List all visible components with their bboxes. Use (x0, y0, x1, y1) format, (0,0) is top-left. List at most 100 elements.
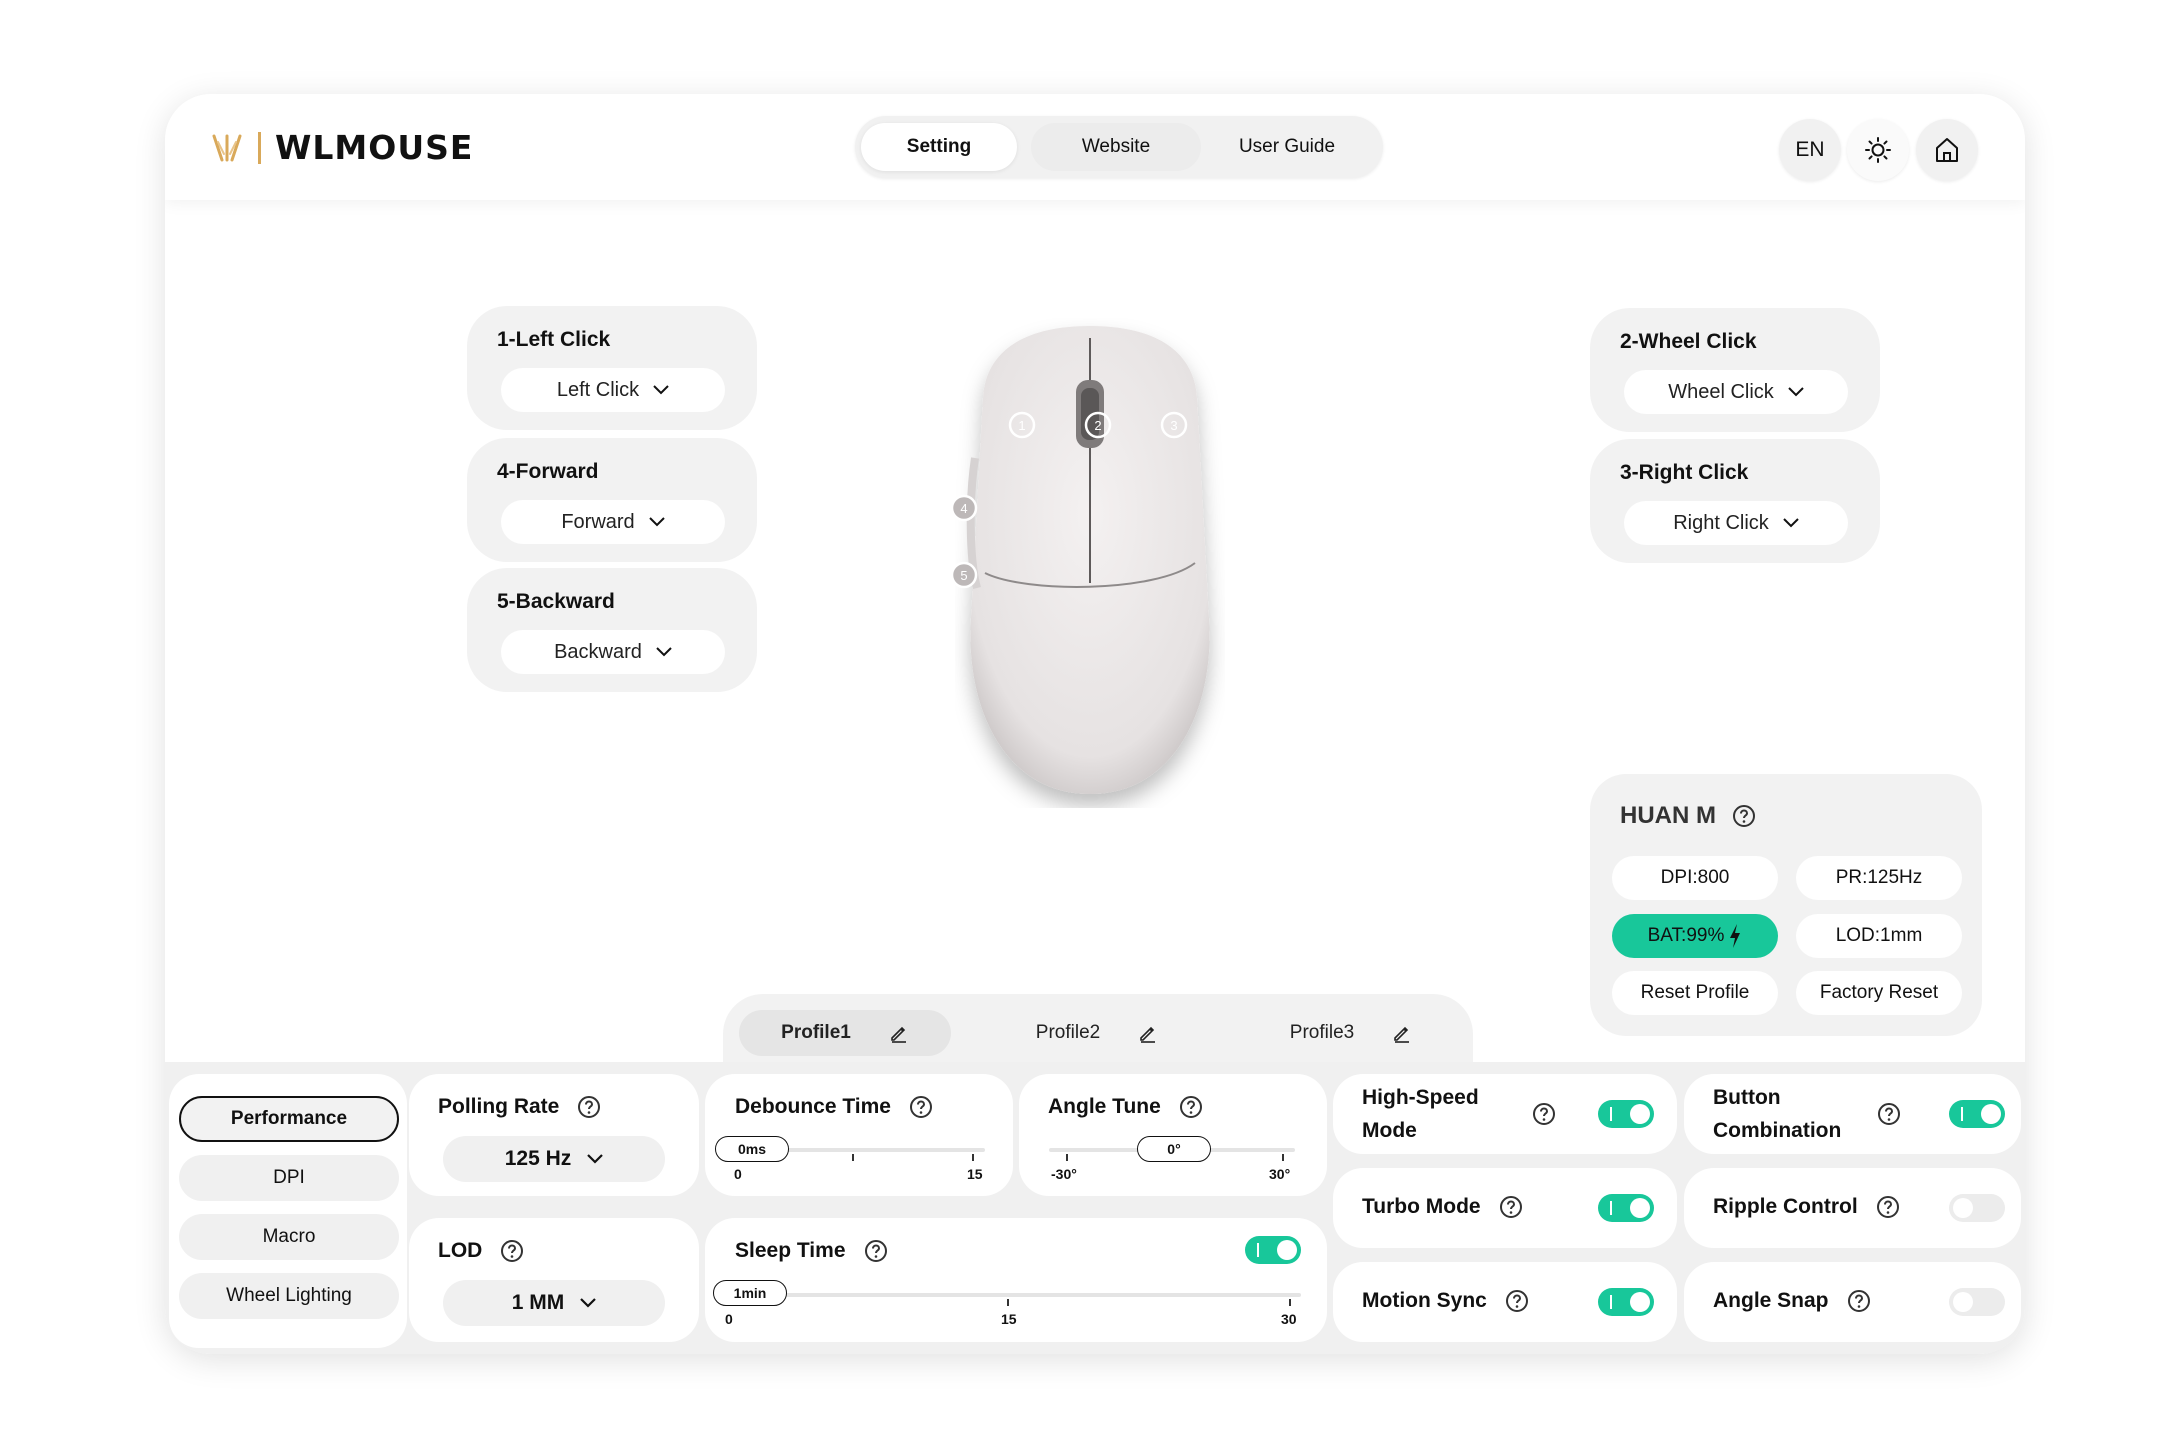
high-speed-mode-label: High-Speed Mode (1362, 1081, 1479, 1147)
sleep-time-toggle[interactable] (1245, 1236, 1301, 1264)
sleep-time-track[interactable] (727, 1293, 1301, 1297)
help-icon[interactable] (577, 1095, 601, 1119)
sidebar-item-performance[interactable]: Performance (179, 1096, 399, 1142)
toggle-knob (1277, 1240, 1297, 1260)
help-icon[interactable] (1179, 1095, 1203, 1119)
edit-pencil-icon[interactable] (1138, 1023, 1158, 1043)
debounce-label: Debounce Time (735, 1095, 891, 1118)
help-icon[interactable] (1847, 1289, 1871, 1313)
key-title: 1-Left Click (497, 328, 611, 351)
turbo-mode-toggle[interactable] (1598, 1194, 1654, 1222)
home-button[interactable] (1916, 119, 1978, 181)
angle-snap-toggle[interactable] (1949, 1288, 2005, 1316)
sidebar-item-dpi[interactable]: DPI (179, 1155, 399, 1201)
toggle-mark (1961, 1107, 1963, 1121)
help-icon[interactable] (1877, 1102, 1901, 1126)
key-card-right-click: 3-Right Click Right Click (1590, 439, 1880, 563)
sidebar-item-wheel-lighting[interactable]: Wheel Lighting (179, 1273, 399, 1319)
debounce-min: 0 (734, 1166, 742, 1182)
toggle-mark (1610, 1201, 1612, 1215)
theme-button[interactable] (1847, 119, 1909, 181)
toggle-knob (1630, 1198, 1650, 1218)
key-title: 5-Backward (497, 590, 615, 613)
angle-snap-title: Angle Snap (1713, 1289, 1871, 1313)
key-select-left-click[interactable]: Left Click (501, 368, 725, 412)
marker-2[interactable]: 2 (1084, 411, 1112, 439)
device-name-text: HUAN M (1620, 802, 1716, 829)
language-button[interactable]: EN (1779, 119, 1841, 181)
key-select-forward[interactable]: Forward (501, 500, 725, 544)
marker-3[interactable]: 3 (1160, 411, 1188, 439)
angle-tune-title: Angle Tune (1048, 1095, 1203, 1119)
help-icon[interactable] (909, 1095, 933, 1119)
profile-tab-1[interactable]: Profile1 (739, 1010, 951, 1056)
nav-tab-user-guide[interactable]: User Guide (1207, 123, 1367, 171)
nav-tab-website[interactable]: Website (1031, 123, 1201, 171)
motion-sync-label: Motion Sync (1362, 1289, 1487, 1312)
key-select-value: Wheel Click (1668, 380, 1774, 403)
edit-pencil-icon[interactable] (1392, 1023, 1412, 1043)
sleep-time-slider-thumb[interactable]: 1min (713, 1280, 787, 1306)
label-line: Mode (1362, 1119, 1417, 1142)
marker-5[interactable]: 5 (950, 561, 978, 589)
device-info-card: HUAN M DPI:800 PR:125Hz BAT:99% LOD:1mm … (1590, 774, 1982, 1036)
label-line: Button (1713, 1086, 1781, 1109)
debounce-max: 15 (967, 1166, 983, 1182)
help-icon[interactable] (1505, 1289, 1529, 1313)
lod-card: LOD 1 MM (409, 1218, 699, 1342)
marker-label: 5 (960, 568, 967, 583)
help-icon[interactable] (1876, 1195, 1900, 1219)
mouse-image (955, 318, 1225, 808)
help-icon[interactable] (1532, 1102, 1556, 1126)
debounce-card: Debounce Time 0 15 0ms (705, 1074, 1013, 1196)
angle-tune-tick (1282, 1154, 1284, 1161)
chevron-down-icon (580, 1298, 597, 1308)
marker-label: 4 (960, 501, 967, 516)
debounce-title: Debounce Time (735, 1095, 933, 1119)
sun-icon (1865, 137, 1891, 163)
key-select-right-click[interactable]: Right Click (1624, 501, 1848, 545)
key-card-forward: 4-Forward Forward (467, 438, 757, 562)
sidebar-item-macro[interactable]: Macro (179, 1214, 399, 1260)
marker-1[interactable]: 1 (1008, 411, 1036, 439)
angle-tune-slider-thumb[interactable]: 0° (1137, 1136, 1211, 1162)
debounce-slider-thumb[interactable]: 0ms (715, 1136, 789, 1162)
help-icon[interactable] (500, 1239, 524, 1263)
logo-divider (258, 131, 261, 164)
angle-tune-min: -30° (1051, 1166, 1077, 1182)
ripple-control-label: Ripple Control (1713, 1195, 1858, 1218)
polling-rate-select[interactable]: 125 Hz (443, 1136, 665, 1182)
angle-tune-max: 30° (1269, 1166, 1291, 1182)
marker-4[interactable]: 4 (950, 494, 978, 522)
settings-panel: Performance DPI Macro Wheel Lighting Pol… (165, 1062, 2025, 1354)
chevron-down-icon (587, 1154, 604, 1164)
chevron-down-icon (648, 517, 665, 527)
profile-tab-3[interactable]: Profile3 (1245, 1010, 1457, 1056)
ripple-control-toggle[interactable] (1949, 1194, 2005, 1222)
key-select-backward[interactable]: Backward (501, 630, 725, 674)
marker-label: 1 (1018, 418, 1025, 433)
help-icon[interactable] (864, 1239, 888, 1263)
help-icon[interactable] (1732, 804, 1756, 828)
lod-select[interactable]: 1 MM (443, 1280, 665, 1326)
button-combination-toggle[interactable] (1949, 1100, 2005, 1128)
nav-tab-setting[interactable]: Setting (861, 123, 1017, 171)
factory-reset-button[interactable]: Factory Reset (1796, 971, 1962, 1015)
edit-pencil-icon[interactable] (889, 1023, 909, 1043)
angle-tune-label: Angle Tune (1048, 1095, 1161, 1118)
key-select-wheel-click[interactable]: Wheel Click (1624, 370, 1848, 414)
profile-tab-2[interactable]: Profile2 (991, 1010, 1203, 1056)
help-icon[interactable] (1499, 1195, 1523, 1219)
lod-label: LOD (438, 1239, 483, 1262)
key-card-left-click: 1-Left Click Left Click (467, 306, 757, 430)
high-speed-mode-toggle[interactable] (1598, 1100, 1654, 1128)
battery-text: BAT:99% (1647, 925, 1725, 946)
main-nav: Setting Website User Guide (855, 116, 1383, 178)
lod-value: 1 MM (511, 1291, 565, 1314)
debounce-tick (972, 1154, 974, 1161)
high-speed-mode-card: High-Speed Mode (1333, 1074, 1677, 1154)
sleep-time-max: 30 (1281, 1311, 1297, 1327)
motion-sync-toggle[interactable] (1598, 1288, 1654, 1316)
reset-profile-button[interactable]: Reset Profile (1612, 971, 1778, 1015)
header: WLMOUSE Setting Website User Guide EN (165, 94, 2025, 200)
